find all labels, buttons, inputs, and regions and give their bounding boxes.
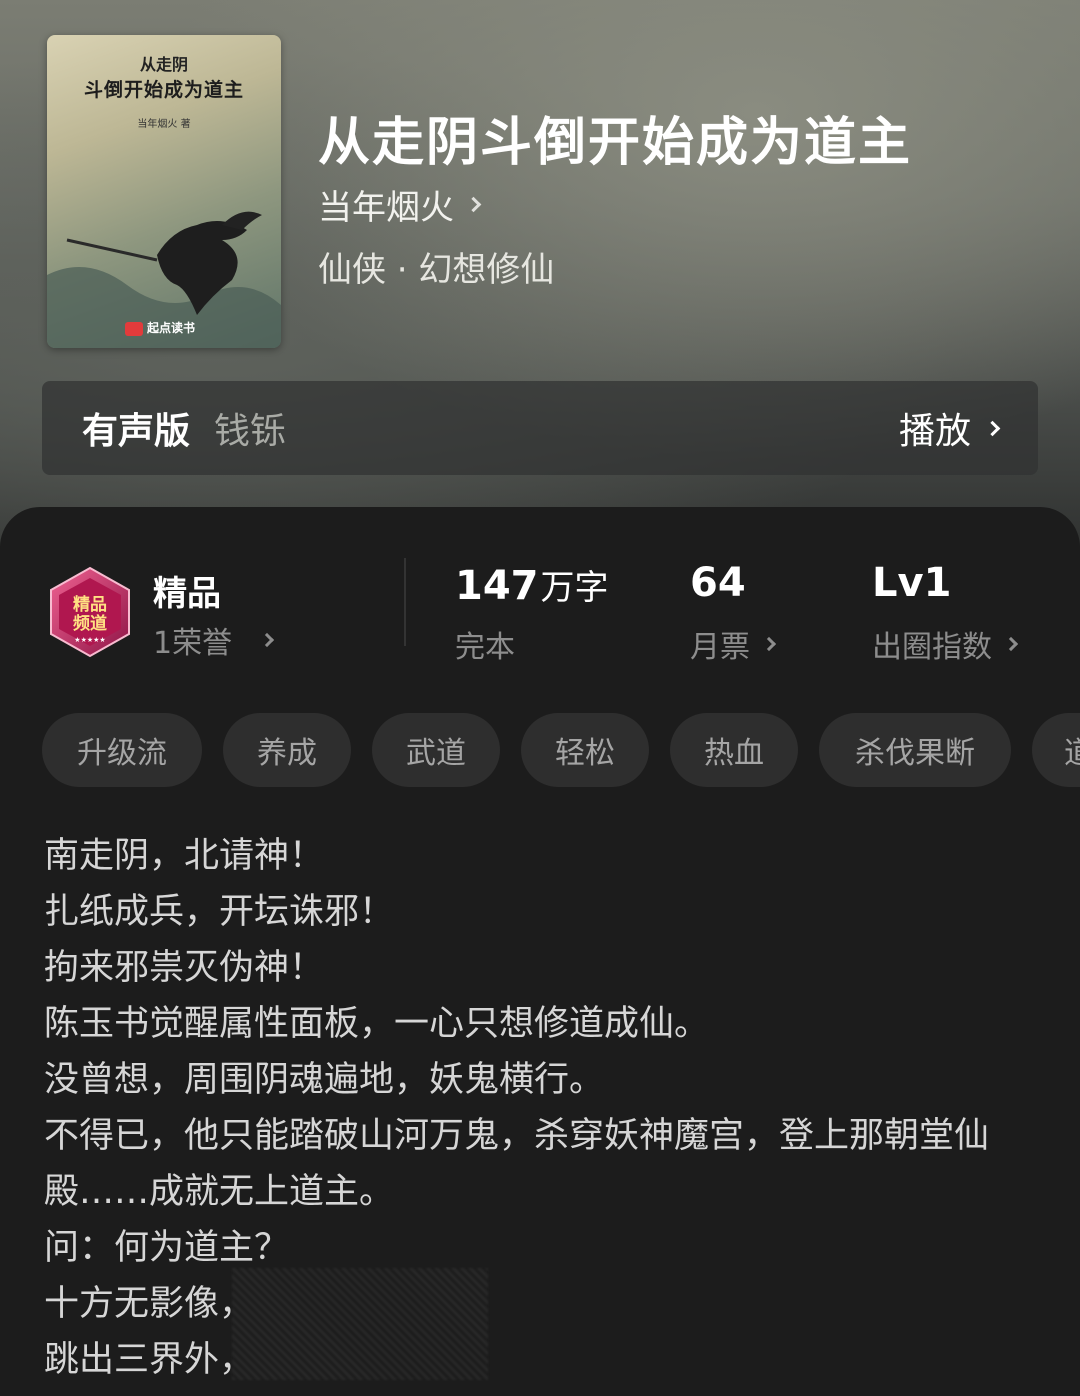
description-line: 跳出三界外， <box>44 1340 255 1380</box>
popularity-level: Lv1 <box>872 560 951 606</box>
cover-title-line1: 从走阴 <box>139 55 188 74</box>
popularity-index-link[interactable]: 出圈指数 <box>872 622 1019 666</box>
tag-chip[interactable]: 道 <box>1032 713 1080 787</box>
description-line: 扎纸成兵，开坛诛邪！ <box>44 892 395 932</box>
monthly-tickets-label: 月票 <box>690 630 750 665</box>
tag-chip[interactable]: 养成 <box>223 713 351 787</box>
description-line: 拘来邪祟灭伪神！ <box>44 948 325 988</box>
word-count-unit: 万字 <box>540 568 609 608</box>
publisher-logo <box>125 322 143 336</box>
svg-text:频道: 频道 <box>73 613 107 634</box>
cover-publisher: 起点读书 <box>147 321 196 335</box>
chevron-right-icon <box>761 636 777 652</box>
author-name: 当年烟火 <box>318 188 454 228</box>
popularity-index-label: 出圈指数 <box>872 630 992 665</box>
book-title: 从走阴斗倒开始成为道主 <box>318 113 913 173</box>
tag-chip[interactable]: 武道 <box>372 713 500 787</box>
monthly-tickets: 64 <box>690 560 746 606</box>
svg-text:精品: 精品 <box>73 594 107 615</box>
honor-count: 1荣誉 <box>153 626 233 661</box>
book-genre: 仙侠 · 幻想修仙 <box>318 250 555 290</box>
description-line: 十方无影像， <box>44 1284 255 1324</box>
popularity-level-value: Lv1 <box>872 560 952 606</box>
author-link[interactable]: 当年烟火 <box>318 180 482 229</box>
tag-chip[interactable]: 升级流 <box>42 713 202 787</box>
description-line: 不得已，他只能踏破山河万鬼，杀穿妖神魔宫，登上那朝堂仙殿……成就无上道主。 <box>44 1116 990 1212</box>
cover-title-line2: 斗倒开始成为道主 <box>83 79 244 101</box>
chevron-right-icon <box>260 632 275 648</box>
chevron-right-icon <box>1003 636 1019 652</box>
tag-chip[interactable]: 杀伐果断 <box>819 713 1011 787</box>
description-line: 南走阴，北请神！ <box>44 836 325 876</box>
word-count-value: 147 <box>455 563 539 609</box>
monthly-tickets-value: 64 <box>690 560 746 606</box>
chevron-right-icon <box>465 196 482 213</box>
book-cover[interactable]: 从走阴 斗倒开始成为道主 当年烟火 著 起点读书 <box>47 35 281 348</box>
description-line: 没曾想，周围阴魂遍地，妖鬼横行。 <box>44 1060 605 1100</box>
description-line: 问：何为道主？ <box>44 1228 290 1268</box>
audio-version-bar[interactable]: 有声版 钱铄 播放 <box>42 381 1038 475</box>
tag-list: 升级流 养成 武道 轻松 热血 杀伐果断 道 <box>42 713 1080 787</box>
word-count: 147万字 <box>455 560 609 609</box>
play-button[interactable]: 播放 <box>898 402 1001 454</box>
audio-narrator: 钱铄 <box>214 411 287 452</box>
stats-divider <box>404 558 406 646</box>
completion-label: 完本 <box>455 630 515 665</box>
honor-link[interactable]: 1荣誉 <box>153 618 275 662</box>
audio-label: 有声版 <box>82 411 191 452</box>
book-description: 南走阴，北请神！ 扎纸成兵，开坛诛邪！ 拘来邪祟灭伪神！ 陈玉书觉醒属性面板，一… <box>44 828 1034 1388</box>
blurred-text-mask <box>232 1268 488 1380</box>
tag-chip[interactable]: 轻松 <box>521 713 649 787</box>
completion-status: 完本 <box>455 622 515 666</box>
play-label: 播放 <box>898 411 971 452</box>
quality-badge-icon[interactable]: 精品 频道 ★★★★★ <box>45 566 135 658</box>
chevron-right-icon <box>984 420 1001 436</box>
quality-title: 精品 <box>153 574 221 614</box>
cover-author: 当年烟火 著 <box>137 119 191 130</box>
monthly-tickets-link[interactable]: 月票 <box>690 622 777 666</box>
tag-chip[interactable]: 热血 <box>670 713 798 787</box>
description-line: 陈玉书觉醒属性面板，一心只想修道成仙。 <box>44 1004 710 1044</box>
svg-text:★★★★★: ★★★★★ <box>74 636 105 644</box>
